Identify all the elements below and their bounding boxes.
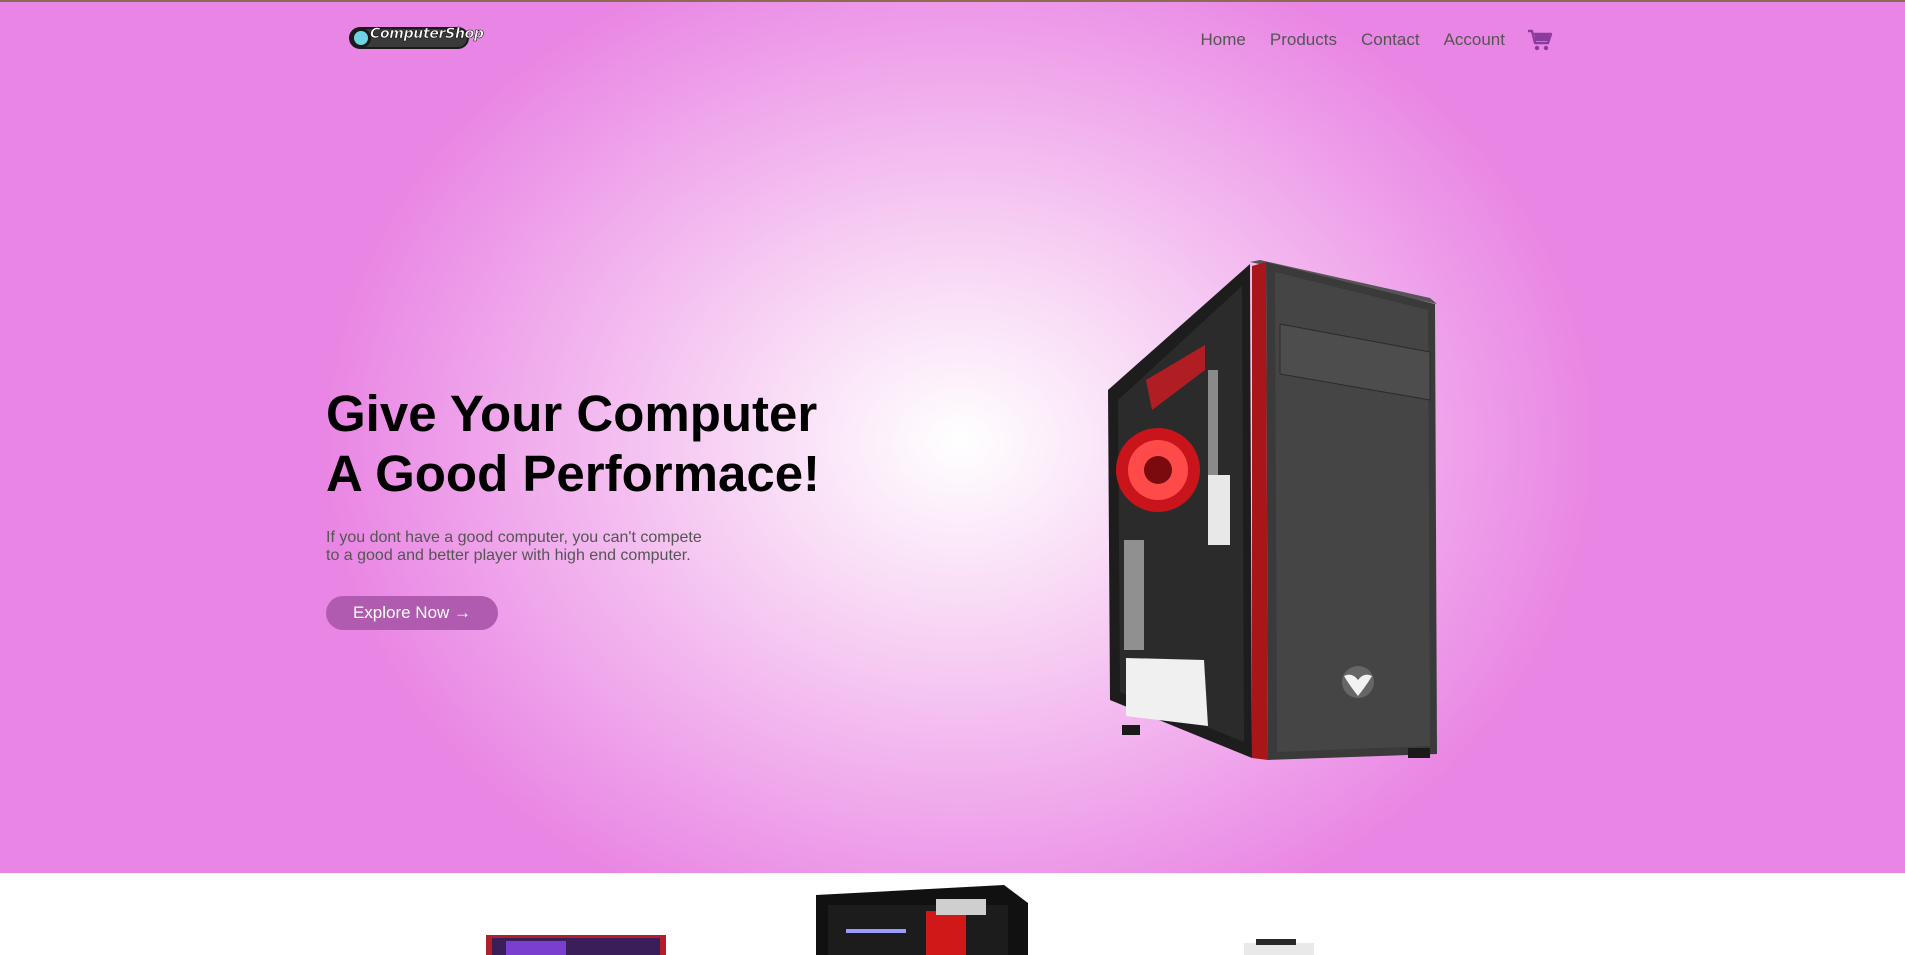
brand-logo[interactable]: ComputerShop xyxy=(348,23,484,53)
main-nav: Home Products Contact Account xyxy=(1177,28,1553,52)
explore-now-button[interactable]: Explore Now → xyxy=(326,596,498,630)
featured-products-strip xyxy=(0,873,1905,955)
nav-home[interactable]: Home xyxy=(1201,29,1246,51)
pc-case-image xyxy=(1100,260,1440,764)
logo-text: ComputerShop xyxy=(370,26,485,43)
headline-line-2: A Good Performace! xyxy=(326,445,821,502)
cart-icon[interactable] xyxy=(1527,28,1553,52)
nav-contact[interactable]: Contact xyxy=(1361,29,1420,51)
nav-account[interactable]: Account xyxy=(1444,29,1505,51)
hero-section: ComputerShop Home Products Contact Accou… xyxy=(0,0,1905,873)
hero-headline: Give Your Computer A Good Performace! xyxy=(326,384,886,504)
product-image-3[interactable] xyxy=(1234,939,1324,955)
product-image-1[interactable] xyxy=(486,935,666,955)
nav-products[interactable]: Products xyxy=(1270,29,1337,51)
headline-line-1: Give Your Computer xyxy=(326,385,818,442)
hero-description: If you dont have a good computer, you ca… xyxy=(326,529,726,565)
product-image-2[interactable] xyxy=(816,885,1028,955)
description-line-1: If you dont have a good computer, you ca… xyxy=(326,529,702,546)
description-line-2: to a good and better player with high en… xyxy=(326,547,691,564)
